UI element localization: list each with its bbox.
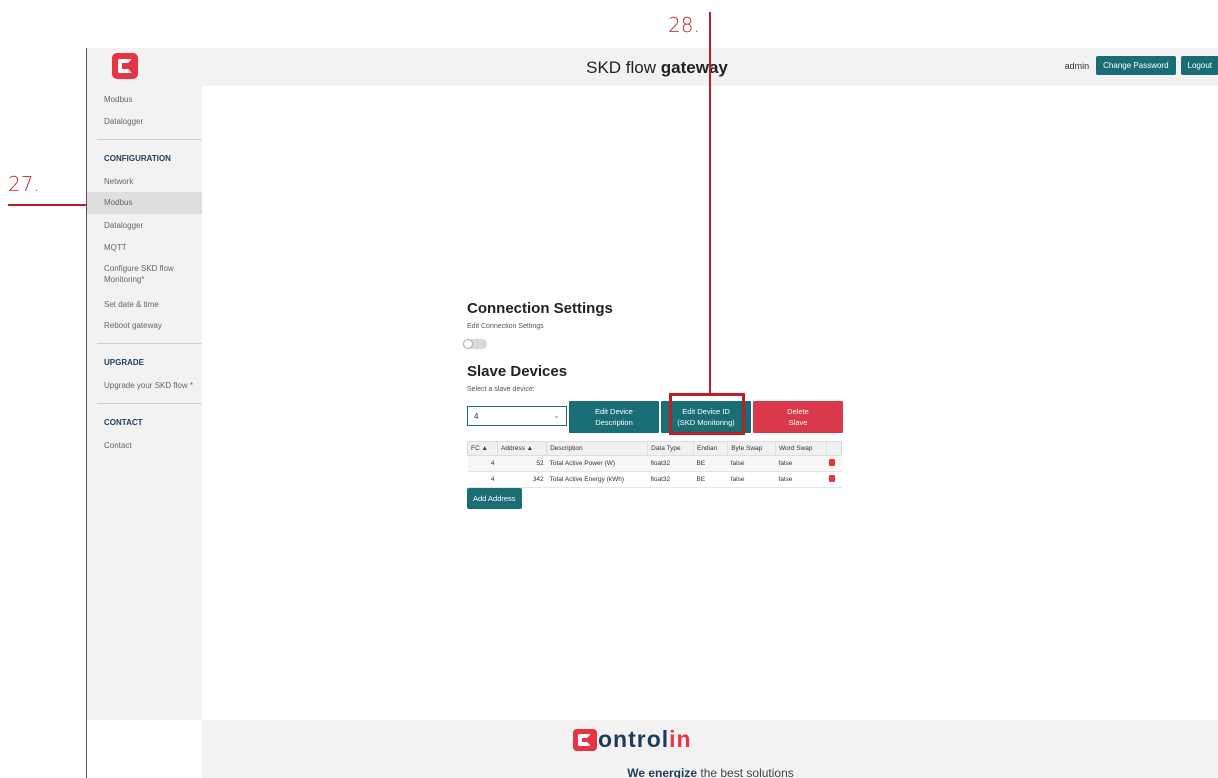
edit-device-description-button[interactable]: Edit Device Description (569, 401, 659, 433)
cell-description: Total Active Power (W) (546, 455, 648, 472)
slave-select-label: Select a slave device: (467, 386, 535, 393)
sidebar: Modbus Datalogger CONFIGURATION Network … (87, 86, 202, 720)
column-header-endian[interactable]: Endian (692, 441, 729, 456)
sidebar-heading-configuration: CONFIGURATION (104, 154, 171, 163)
sidebar-item-modbus[interactable]: Modbus (87, 192, 202, 214)
brand-wordmark: ontrolin (598, 726, 692, 752)
column-header-fc[interactable]: FC ▲ (466, 441, 499, 456)
sidebar-item-network[interactable]: Network (87, 176, 202, 187)
logout-button[interactable]: Logout (1180, 56, 1218, 75)
slave-devices-title: Slave Devices (467, 363, 568, 380)
add-address-button[interactable]: Add Address (467, 488, 522, 509)
cell-address: 52 (497, 455, 547, 472)
sidebar-divider (97, 403, 202, 404)
cell-fc: 4 (467, 471, 498, 488)
delete-slave-button[interactable]: Delete Slave (753, 401, 843, 433)
delete-row-cell (826, 455, 842, 472)
sidebar-divider (97, 343, 202, 344)
sidebar-item-reboot[interactable]: Reboot gateway (87, 320, 202, 331)
sidebar-heading-contact: CONTACT (104, 418, 143, 427)
sidebar-item-contact[interactable]: Contact (87, 440, 202, 451)
column-header-word-swap[interactable]: Word Swap (775, 441, 827, 456)
cell-data-type: float32 (647, 455, 694, 472)
annotation-28-label: 28. (668, 13, 700, 37)
top-bar: SKD flow gateway admin Change Password L… (87, 48, 1218, 86)
cell-word-swap: false (775, 455, 827, 472)
user-area: admin Change Password Logout (1065, 56, 1218, 75)
brand-c-icon (573, 728, 597, 751)
connection-settings-title: Connection Settings (467, 300, 613, 317)
sidebar-item-datalogger-monitor[interactable]: Datalogger (87, 116, 202, 127)
cell-endian: BE (693, 455, 728, 472)
controlin-brand-logo: ontrolin (573, 726, 692, 753)
screenshot-stage: SKD flow gateway admin Change Password L… (0, 0, 1218, 778)
sidebar-item-datalogger[interactable]: Datalogger (87, 220, 202, 231)
table-row[interactable]: 4 52 Total Active Power (W) float32 BE f… (467, 455, 842, 472)
sidebar-item-modbus-monitor[interactable]: Modbus (87, 94, 202, 105)
slave-device-select[interactable]: 4 ⌄ (467, 406, 567, 426)
column-header-data-type[interactable]: Data Type (647, 441, 694, 456)
table-row[interactable]: 4 342 Total Active Energy (kWh) float32 … (467, 471, 842, 488)
footer: ontrolin We energize the best solutions (202, 720, 1218, 778)
connection-settings-toggle[interactable] (463, 339, 487, 349)
cell-word-swap: false (775, 471, 827, 488)
connection-toggle-label: Edit Connection Settings (467, 323, 544, 330)
change-password-button[interactable]: Change Password (1096, 56, 1176, 75)
sidebar-item-upgrade[interactable]: Upgrade your SKD flow * (87, 380, 202, 391)
cell-byte-swap: false (727, 455, 776, 472)
annotation-27-label: 27. (8, 172, 40, 196)
cell-fc: 4 (467, 455, 498, 472)
annotation-28-line (709, 12, 711, 393)
sidebar-item-configure-skd[interactable]: Configure SKD flow Monitoring* (87, 263, 187, 285)
column-header-description[interactable]: Description (546, 441, 649, 456)
annotation-28-highlight-box (669, 393, 745, 435)
user-name: admin (1064, 60, 1090, 71)
cell-address: 342 (497, 471, 547, 488)
trash-icon[interactable] (829, 475, 836, 482)
cell-endian: BE (693, 471, 728, 488)
sidebar-item-mqtt[interactable]: MQTT (87, 242, 202, 253)
footer-tagline: We energize the best solutions (627, 766, 794, 778)
column-header-address[interactable]: Address ▲ (497, 441, 548, 456)
column-header-byte-swap[interactable]: Byte Swap (727, 441, 777, 456)
address-table: FC ▲ Address ▲ Description Data Type End… (466, 441, 843, 488)
trash-icon[interactable] (829, 459, 836, 466)
sidebar-divider (97, 139, 202, 140)
sidebar-item-set-date-time[interactable]: Set date & time (87, 299, 202, 310)
annotation-27-line (8, 204, 86, 206)
cell-description: Total Active Energy (kWh) (546, 471, 648, 488)
chevron-down-icon: ⌄ (553, 411, 560, 420)
cell-data-type: float32 (647, 471, 694, 488)
app-window: SKD flow gateway admin Change Password L… (86, 48, 1218, 778)
delete-row-cell (826, 471, 842, 488)
sidebar-heading-upgrade: UPGRADE (104, 358, 145, 367)
cell-byte-swap: false (727, 471, 776, 488)
app-title: SKD flow gateway (586, 58, 728, 77)
table-header-row: FC ▲ Address ▲ Description Data Type End… (466, 441, 843, 456)
column-header-actions (825, 441, 843, 456)
